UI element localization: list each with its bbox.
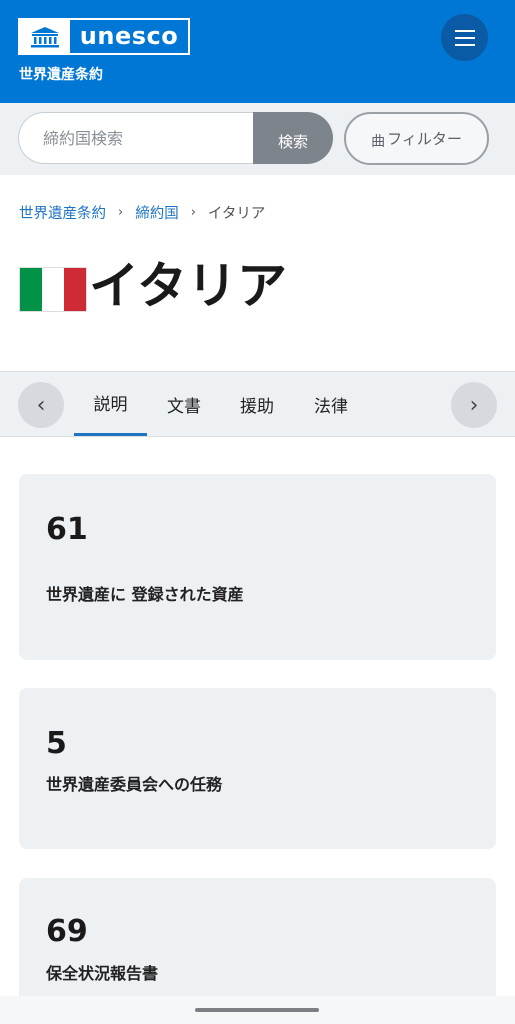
filter-label: フィルター [387, 130, 462, 148]
stat-value: 5 [46, 726, 67, 761]
tab-assistance[interactable]: 援助 [225, 372, 289, 436]
breadcrumb-world-heritage[interactable]: 世界遺産条約 [19, 202, 106, 223]
tab-legislation[interactable]: 法律 [299, 372, 363, 436]
stat-card-properties[interactable]: 61 世界遺産に 登録された資産 [19, 474, 496, 660]
breadcrumb: 世界遺産条約 › 締約国 › イタリア [19, 202, 265, 223]
page-heading: イタリア [19, 252, 287, 315]
unesco-logo[interactable]: unesco [18, 18, 190, 55]
tab-description[interactable]: 説明 [74, 372, 147, 436]
system-bottom-bar [0, 996, 515, 1024]
site-header: unesco 世界遺産条約 [0, 0, 515, 103]
tab-next-button[interactable]: › [451, 382, 497, 428]
hamburger-icon [454, 29, 475, 46]
stat-label: 世界遺産委員会への任務 [46, 775, 223, 794]
breadcrumb-current: イタリア [207, 206, 266, 222]
flag-stripe-red [64, 267, 86, 311]
temple-icon [20, 20, 70, 53]
stat-value: 69 [46, 914, 88, 949]
search-button[interactable]: 検索 [253, 112, 333, 164]
tab-bar: ‹ 説明 文書 援助 法律 › [0, 371, 515, 437]
flag-stripe-green [20, 267, 42, 311]
filter-icon: 曲 [371, 133, 386, 150]
stat-label: 世界遺産に 登録された資産 [46, 585, 244, 604]
tab-documents[interactable]: 文書 [152, 372, 216, 436]
breadcrumb-separator-icon: › [118, 205, 124, 220]
italy-flag-icon [19, 266, 87, 312]
site-subtitle[interactable]: 世界遺産条約 [19, 64, 103, 84]
chevron-right-icon: › [469, 392, 479, 418]
home-indicator[interactable] [195, 1008, 319, 1012]
breadcrumb-separator-icon: › [190, 205, 196, 220]
chevron-left-icon: ‹ [36, 392, 46, 418]
stat-card-reports[interactable]: 69 保全状況報告書 [19, 878, 496, 1008]
tab-prev-button[interactable]: ‹ [18, 382, 64, 428]
stat-label: 保全状況報告書 [46, 964, 159, 983]
stat-value: 61 [46, 512, 88, 547]
page-title: イタリア [89, 257, 287, 315]
flag-stripe-white [42, 267, 64, 311]
search-bar: 検索 曲 フィルター [0, 103, 515, 175]
filter-button[interactable]: 曲 フィルター [344, 112, 489, 165]
search-input[interactable] [18, 112, 258, 164]
logo-wordmark: unesco [79, 21, 179, 50]
stat-card-committee[interactable]: 5 世界遺産委員会への任務 [19, 688, 496, 849]
breadcrumb-states-parties[interactable]: 締約国 [135, 202, 179, 223]
menu-button[interactable] [441, 14, 488, 61]
